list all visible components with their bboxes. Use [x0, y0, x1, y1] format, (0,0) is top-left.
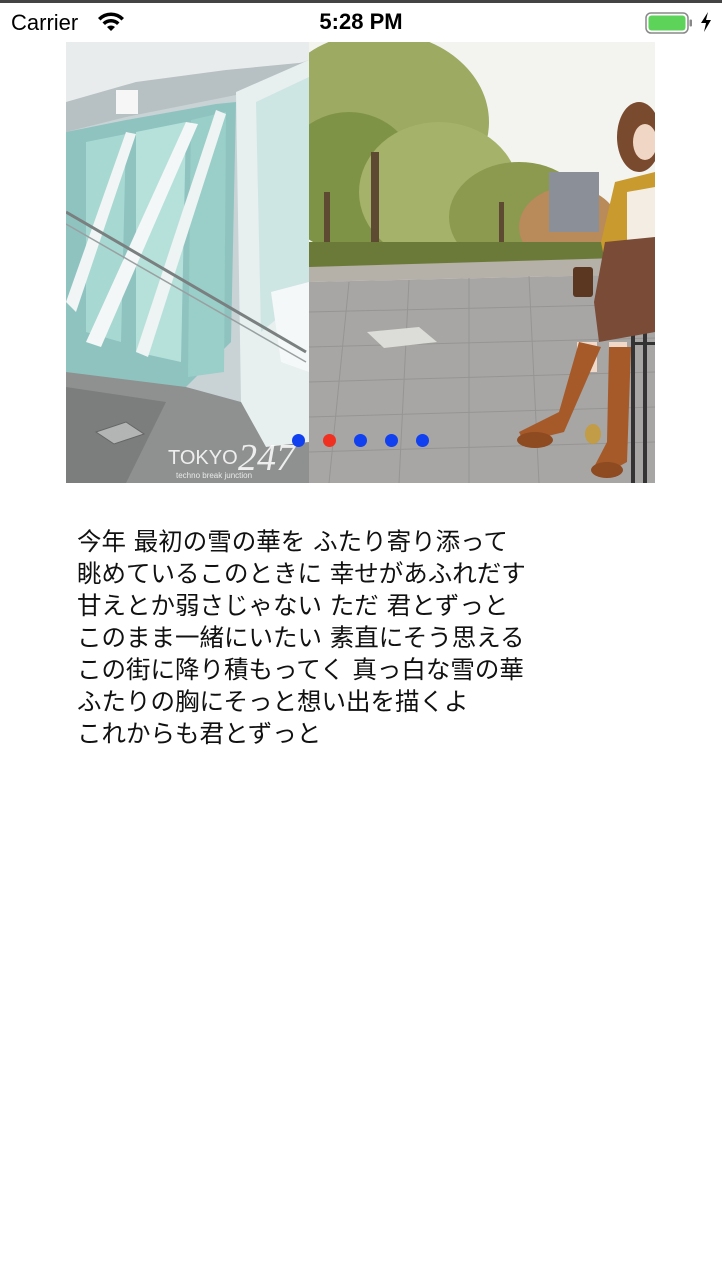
lyric-line: このまま一緒にいたい 素直にそう思える	[77, 623, 525, 652]
lyric-line: 甘えとか弱さじゃない ただ 君とずっと	[77, 591, 509, 620]
carousel-image-architecture	[66, 42, 309, 483]
page-dot-3[interactable]	[354, 434, 367, 447]
bolt-icon	[701, 12, 711, 32]
app-screen: Carrier 5:28 PM TOKYO 247 techno break j…	[0, 0, 722, 1288]
page-dot-1[interactable]	[292, 434, 305, 447]
lyrics-text: 今年 最初の雪の華を ふたり寄り添って 眺めているこのときに 幸せがあふれだす …	[77, 526, 637, 750]
page-dot-5[interactable]	[416, 434, 429, 447]
svg-text:techno break junction: techno break junction	[176, 471, 252, 480]
carousel-image-street	[309, 42, 655, 483]
lyric-line: ふたりの胸にそっと想い出を描くよ	[77, 687, 469, 716]
status-time: 5:28 PM	[319, 9, 403, 34]
page-dot-2-active[interactable]	[323, 434, 336, 447]
battery-icon	[645, 12, 692, 34]
lyric-line: 眺めているこのときに 幸せがあふれだす	[77, 559, 526, 588]
lyric-line: この街に降り積もってく 真っ白な雪の華	[77, 655, 524, 684]
image-carousel[interactable]: TOKYO 247 techno break junction	[66, 42, 655, 483]
svg-text:TOKYO: TOKYO	[168, 447, 238, 469]
page-indicator[interactable]	[66, 434, 655, 448]
page-dot-4[interactable]	[385, 434, 398, 447]
status-bar: Carrier 5:28 PM	[0, 3, 722, 41]
lyric-line: これからも君とずっと	[77, 719, 322, 748]
lyric-line: 今年 最初の雪の華を ふたり寄り添って	[77, 527, 508, 556]
